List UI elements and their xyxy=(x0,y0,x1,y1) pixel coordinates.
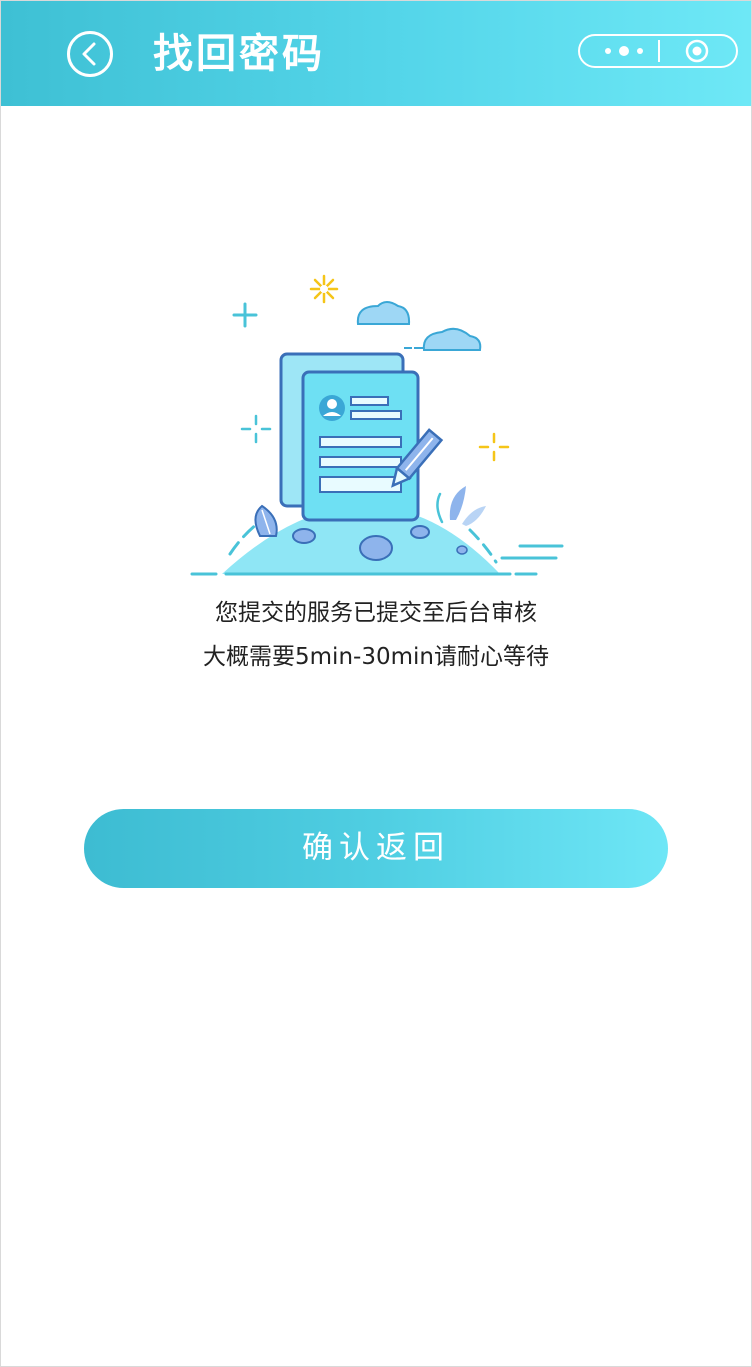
plus-sparkle-icon xyxy=(232,302,258,328)
page-title: 找回密码 xyxy=(153,31,325,77)
page-frame xyxy=(0,0,752,1367)
plant-icon xyxy=(449,486,466,520)
sparkle-icon xyxy=(240,414,272,444)
cloud-icon xyxy=(356,301,411,325)
more-button[interactable] xyxy=(580,36,658,66)
status-message-line1: 您提交的服务已提交至后台审核 xyxy=(215,600,537,626)
sparkle-icon xyxy=(478,432,510,462)
document-submitted-illustration xyxy=(190,274,564,576)
mini-program-capsule xyxy=(578,34,738,68)
cloud-icon xyxy=(422,327,482,351)
more-dots-icon xyxy=(605,46,643,56)
status-message-line2: 大概需要5min-30min请耐心等待 xyxy=(203,644,549,670)
target-circle-icon xyxy=(685,39,709,63)
close-button[interactable] xyxy=(660,36,736,66)
navigation-bar: 找回密码 xyxy=(1,1,751,106)
back-button[interactable] xyxy=(67,31,113,77)
confirm-return-label: 确认返回 xyxy=(302,830,450,866)
confirm-return-button[interactable]: 确认返回 xyxy=(84,809,668,888)
chevron-left-icon xyxy=(82,42,96,66)
